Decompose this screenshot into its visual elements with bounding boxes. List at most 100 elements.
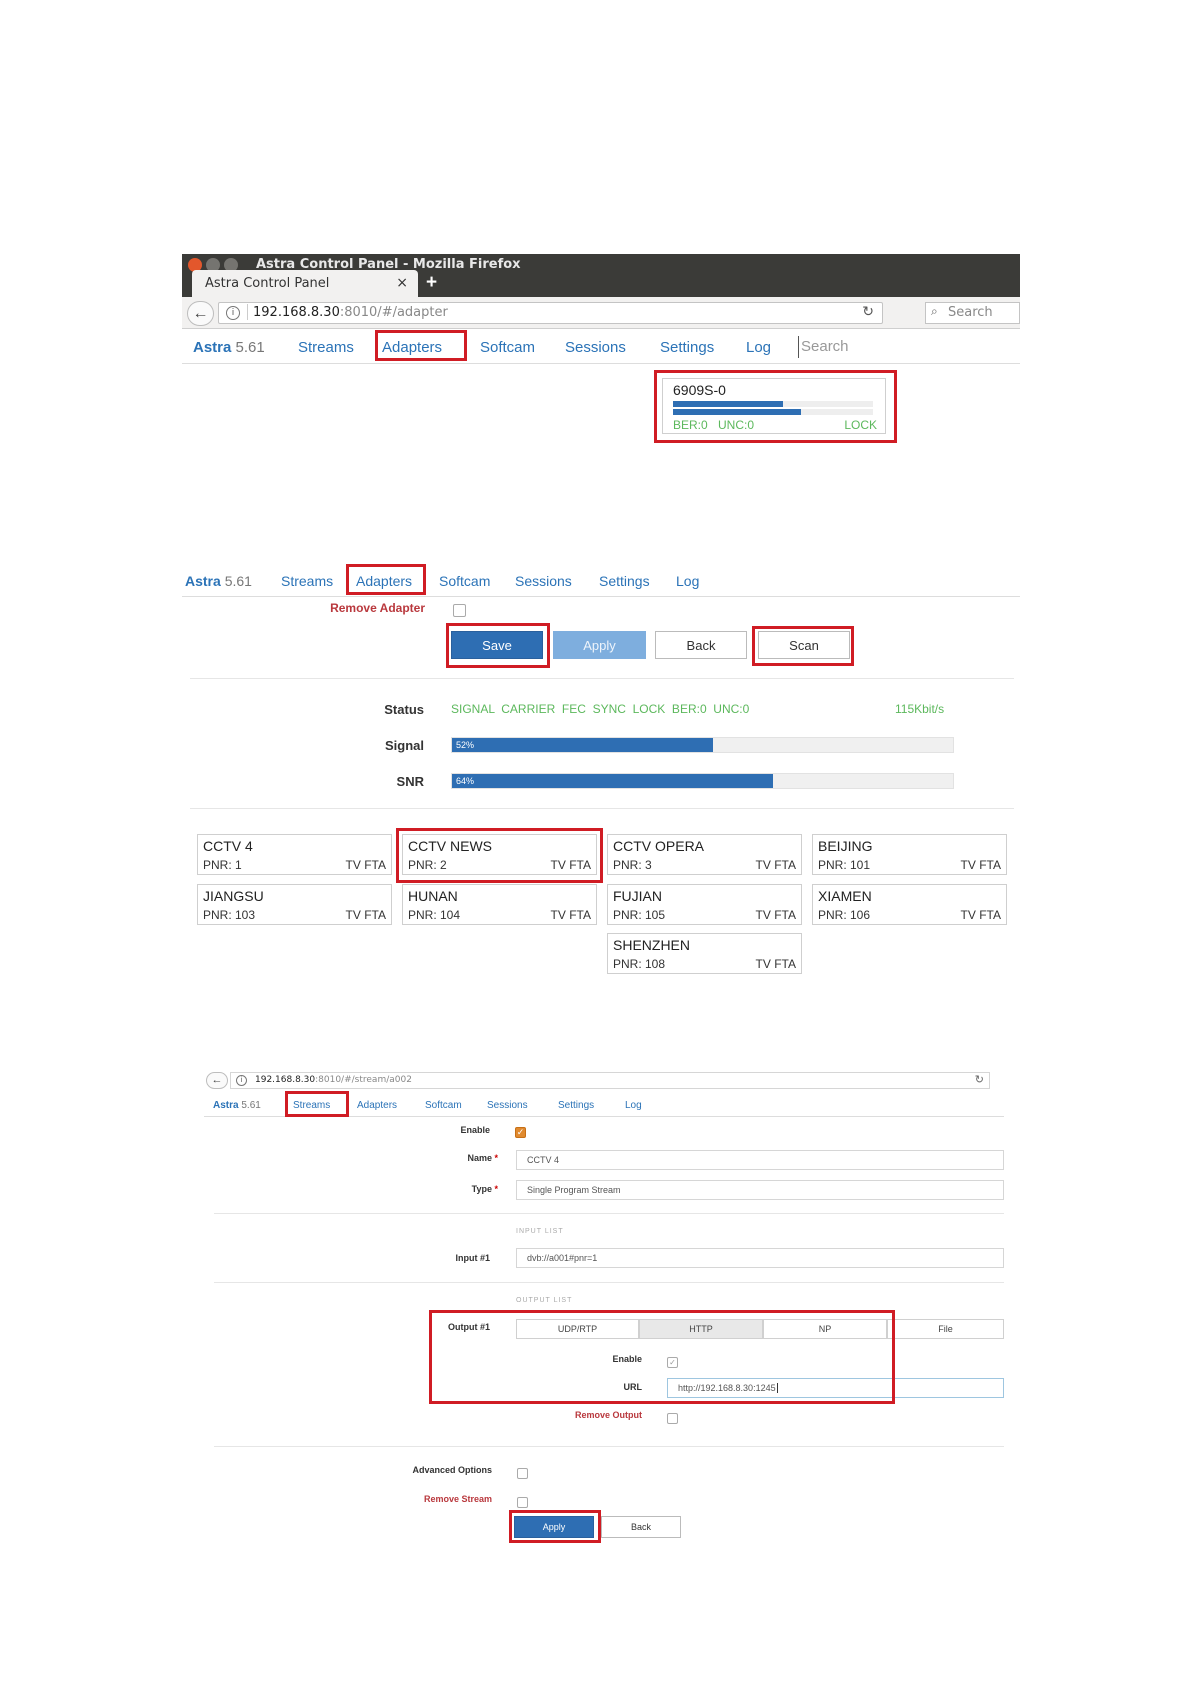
channel-type: TV FTA (755, 957, 796, 971)
nav-adapters[interactable]: Adapters (357, 1100, 397, 1111)
tab-close-icon[interactable]: × (396, 275, 408, 291)
channel-card[interactable]: SHENZHEN PNR: 108 TV FTA (607, 933, 802, 974)
browser-search-box[interactable]: ⌕ Search (925, 302, 1020, 324)
app-nav-3: Astra 5.61 Streams Adapters Softcam Sess… (204, 1095, 1004, 1117)
nav-log[interactable]: Log (746, 339, 771, 356)
adapter-card[interactable]: 6909S-0 BER:0 UNC:0 LOCK (662, 378, 886, 434)
save-button[interactable]: Save (451, 631, 543, 659)
channel-name: FUJIAN (613, 888, 662, 904)
output-url-input[interactable]: http://192.168.8.30:1245 (667, 1378, 1004, 1398)
info-icon[interactable]: i (236, 1075, 247, 1086)
nav-streams[interactable]: Streams (293, 1100, 330, 1111)
remove-adapter-label: Remove Adapter (330, 601, 425, 615)
output-enable-checkbox[interactable]: ✓ (667, 1357, 678, 1368)
back-icon[interactable]: ← (206, 1072, 228, 1089)
channel-card[interactable]: JIANGSU PNR: 103 TV FTA (197, 884, 392, 925)
apply-button[interactable]: Apply (553, 631, 646, 659)
reload-icon[interactable]: ↻ (975, 1073, 984, 1086)
reload-icon[interactable]: ↻ (862, 304, 874, 320)
input1-field[interactable]: dvb://a001#pnr=1 (516, 1248, 1004, 1268)
snr-bar-fill: 64% (452, 774, 773, 788)
status-label: Status (384, 702, 424, 717)
channel-pnr: PNR: 106 (818, 908, 871, 922)
nav-settings[interactable]: Settings (558, 1100, 594, 1111)
channel-card[interactable]: CCTV NEWS PNR: 2 TV FTA (402, 834, 597, 875)
channel-type: TV FTA (550, 858, 591, 872)
signal-bar: 52% (451, 737, 954, 753)
output-tab-http[interactable]: HTTP (639, 1319, 763, 1339)
divider (190, 808, 1014, 809)
app-search-input[interactable]: Search (798, 336, 849, 358)
output-enable-label: Enable (612, 1354, 642, 1364)
snr-label: SNR (396, 774, 424, 789)
nav-settings[interactable]: Settings (599, 573, 650, 589)
address-bar[interactable]: i 192.168.8.30:8010/#/adapter ↻ (218, 302, 883, 324)
divider (214, 1213, 1004, 1214)
back-button[interactable]: Back (655, 631, 747, 659)
divider (214, 1446, 1004, 1447)
info-icon[interactable]: i (226, 306, 240, 320)
remove-adapter-checkbox[interactable] (453, 604, 466, 617)
channel-card[interactable]: CCTV 4 PNR: 1 TV FTA (197, 834, 392, 875)
channel-pnr: PNR: 101 (818, 858, 871, 872)
nav-adapters[interactable]: Adapters (382, 339, 442, 356)
channel-card[interactable]: CCTV OPERA PNR: 3 TV FTA (607, 834, 802, 875)
signal-label: Signal (384, 738, 424, 753)
channel-card[interactable]: FUJIAN PNR: 105 TV FTA (607, 884, 802, 925)
output-tab-udp-rtp[interactable]: UDP/RTP (516, 1319, 639, 1339)
channel-name: HUNAN (408, 888, 458, 904)
bitrate: 115Kbit/s (895, 702, 945, 716)
nav-softcam[interactable]: Softcam (480, 339, 535, 356)
type-select[interactable]: Single Program Stream (516, 1180, 1004, 1200)
tab-title: Astra Control Panel (205, 276, 330, 291)
name-input[interactable]: CCTV 4 (516, 1150, 1004, 1170)
url-label: URL (623, 1382, 643, 1392)
adapter-ber: BER:0 (673, 418, 708, 432)
channel-type: TV FTA (345, 908, 386, 922)
nav-adapters[interactable]: Adapters (356, 573, 412, 589)
output-tab-file[interactable]: File (887, 1319, 1004, 1339)
channel-card[interactable]: BEIJING PNR: 101 TV FTA (812, 834, 1007, 875)
input-list-title: INPUT LIST (516, 1228, 564, 1235)
output1-label: Output #1 (448, 1322, 490, 1332)
nav-streams[interactable]: Streams (298, 339, 354, 356)
channel-card[interactable]: HUNAN PNR: 104 TV FTA (402, 884, 597, 925)
adapter-name: 6909S-0 (673, 382, 726, 398)
channel-name: JIANGSU (203, 888, 264, 904)
nav-log[interactable]: Log (676, 573, 699, 589)
stream-apply-button[interactable]: Apply (514, 1516, 594, 1538)
nav-softcam[interactable]: Softcam (425, 1100, 462, 1111)
name-label: Name * (467, 1153, 498, 1163)
nav-streams[interactable]: Streams (281, 573, 333, 589)
adapter-snr-bar (673, 409, 873, 415)
output-tab-np[interactable]: NP (763, 1319, 887, 1339)
browser-search-placeholder: Search (948, 305, 993, 320)
brand-logo[interactable]: Astra 5.61 (185, 573, 252, 589)
output-list-title: OUTPUT LIST (516, 1297, 573, 1304)
brand-logo[interactable]: Astra 5.61 (213, 1100, 261, 1111)
remove-stream-checkbox[interactable] (517, 1497, 528, 1508)
channel-name: XIAMEN (818, 888, 872, 904)
nav-log[interactable]: Log (625, 1100, 642, 1111)
status-flags: SIGNAL CARRIER FEC SYNC LOCK BER:0 UNC:0 (451, 702, 750, 716)
nav-sessions[interactable]: Sessions (515, 573, 572, 589)
channel-name: CCTV OPERA (613, 838, 705, 854)
back-icon[interactable]: ← (187, 301, 214, 326)
nav-settings[interactable]: Settings (660, 339, 714, 356)
channel-card[interactable]: XIAMEN PNR: 106 TV FTA (812, 884, 1007, 925)
browser-tab[interactable]: Astra Control Panel × (192, 270, 418, 297)
channel-name: SHENZHEN (613, 937, 691, 953)
address-bar-2[interactable]: i 192.168.8.30:8010/#/stream/a002 ↻ (230, 1072, 990, 1089)
nav-sessions[interactable]: Sessions (565, 339, 626, 356)
nav-softcam[interactable]: Softcam (439, 573, 490, 589)
new-tab-icon[interactable]: + (426, 272, 437, 294)
remove-output-checkbox[interactable] (667, 1413, 678, 1424)
brand-logo[interactable]: Astra 5.61 (193, 339, 265, 356)
channel-type: TV FTA (755, 858, 796, 872)
stream-back-button[interactable]: Back (601, 1516, 681, 1538)
scan-button[interactable]: Scan (758, 631, 850, 659)
nav-sessions[interactable]: Sessions (487, 1100, 528, 1111)
advanced-options-checkbox[interactable] (517, 1468, 528, 1479)
enable-checkbox[interactable]: ✓ (515, 1127, 526, 1138)
channel-type: TV FTA (755, 908, 796, 922)
